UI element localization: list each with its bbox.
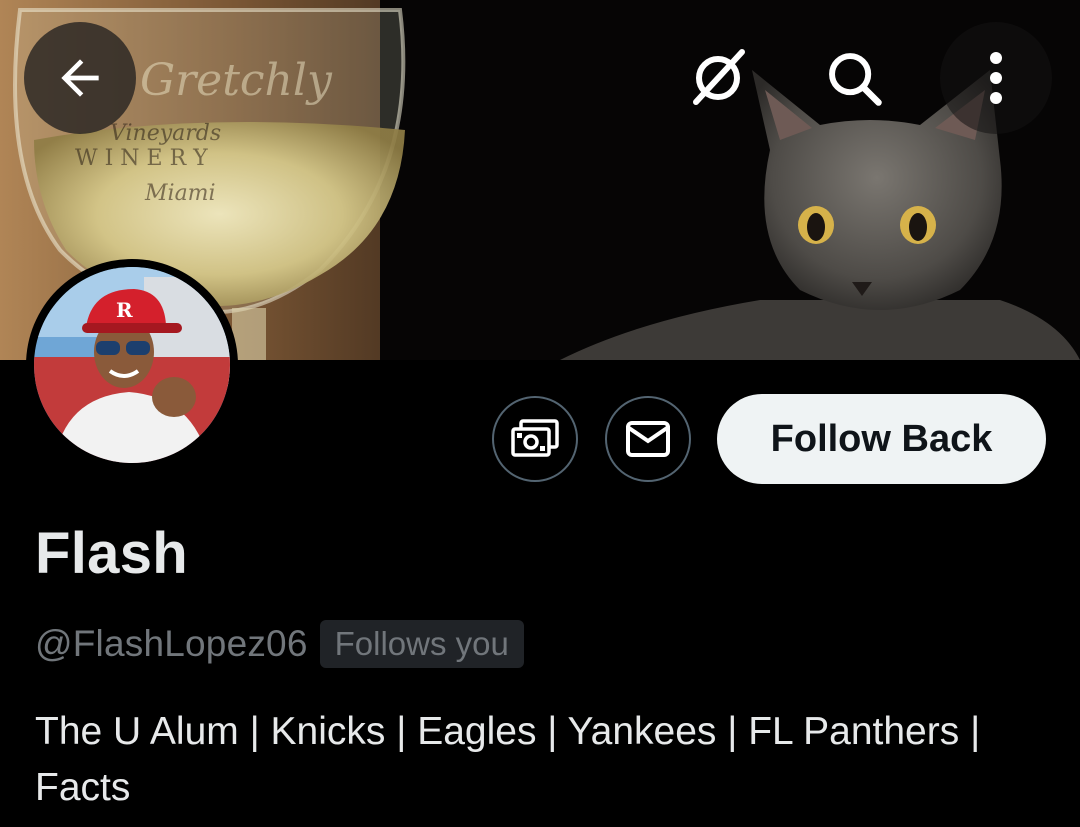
svg-text:R: R xyxy=(116,298,133,322)
more-button[interactable] xyxy=(940,22,1052,134)
grok-button[interactable] xyxy=(662,22,774,134)
envelope-icon xyxy=(626,421,670,457)
search-button[interactable] xyxy=(798,22,910,134)
display-name: Flash xyxy=(35,521,188,586)
handle-row: @FlashLopez06 Follows you xyxy=(35,618,524,670)
arrow-left-icon xyxy=(61,59,99,97)
glass-engraving-2: Vineyards xyxy=(110,121,221,146)
glass-engraving-3: W I N E R Y xyxy=(75,146,208,171)
avatar-image: R xyxy=(34,267,230,463)
search-icon xyxy=(829,53,882,106)
tips-button[interactable] xyxy=(492,396,578,482)
glass-engraving-1: Gretchly xyxy=(140,55,333,106)
user-handle: @FlashLopez06 xyxy=(35,623,308,664)
money-icon xyxy=(511,419,559,457)
glass-engraving-4: Miami xyxy=(144,181,216,206)
profile-bio: The U Alum | Knicks | Eagles | Yankees |… xyxy=(35,710,981,809)
message-button[interactable] xyxy=(605,396,691,482)
follows-you-badge: Follows you xyxy=(319,620,524,668)
more-vertical-icon xyxy=(990,52,1002,104)
grok-icon xyxy=(693,49,745,105)
avatar[interactable]: R xyxy=(34,267,230,463)
back-button[interactable] xyxy=(24,22,136,134)
follow-back-button[interactable]: Follow Back xyxy=(717,394,1046,484)
